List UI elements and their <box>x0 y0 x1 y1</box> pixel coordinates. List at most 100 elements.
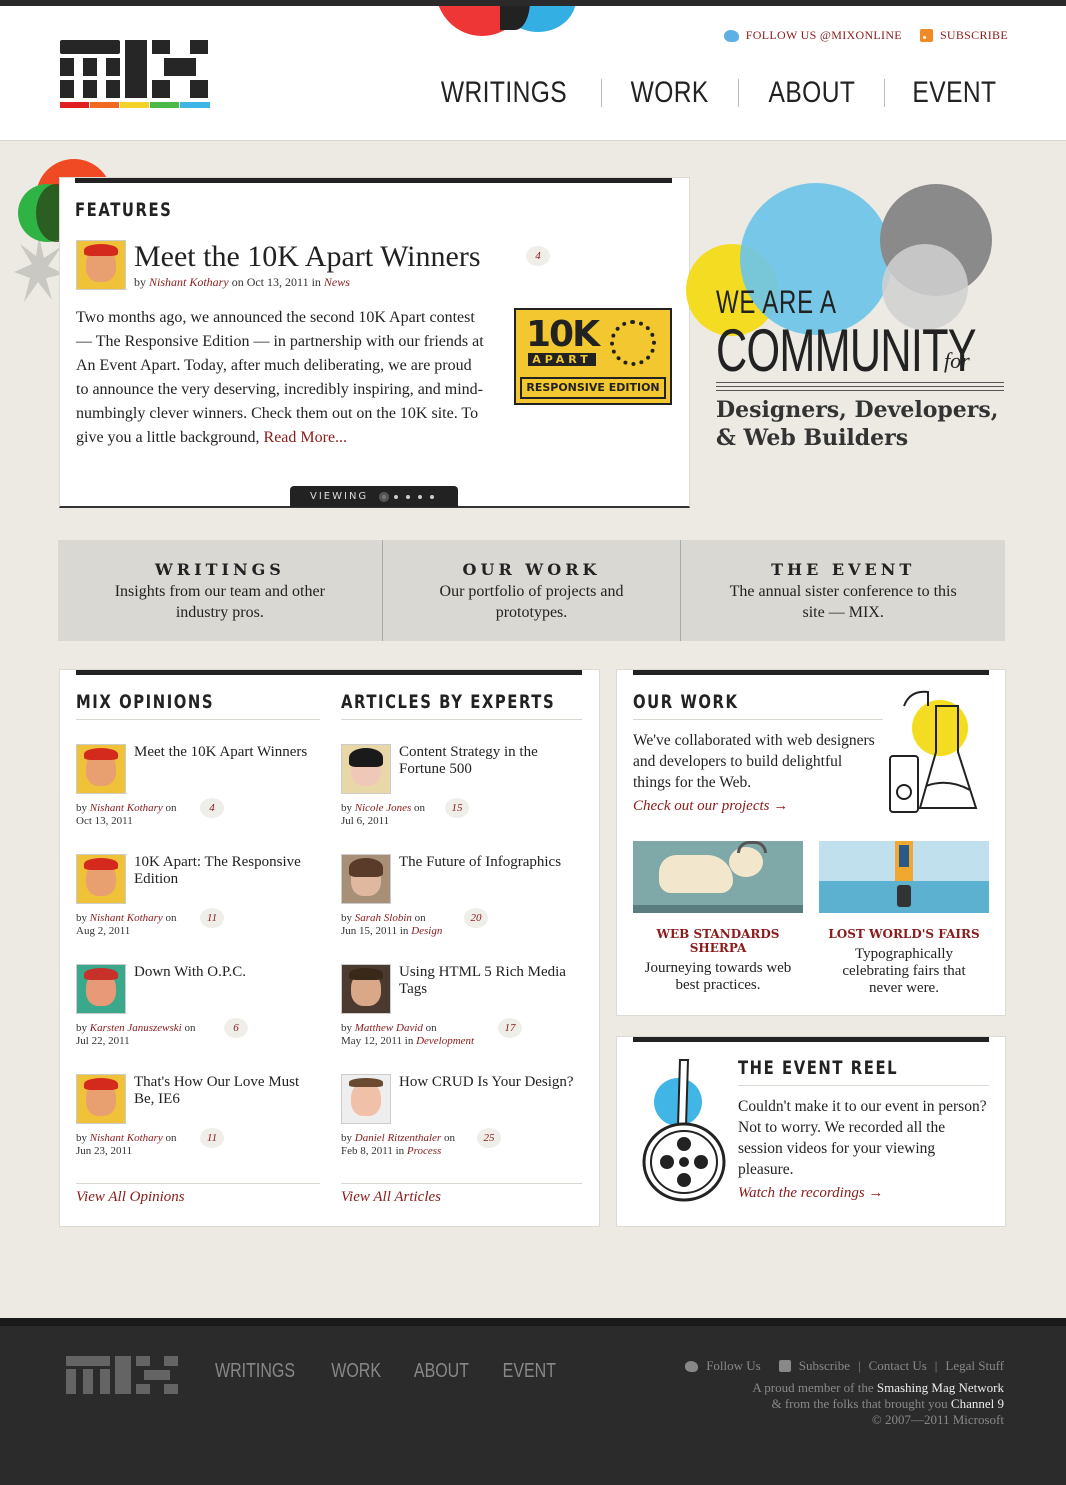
article-title[interactable]: Content Strategy in the Fortune 500 <box>399 744 584 778</box>
avatar <box>76 744 126 794</box>
footer-nav-writings[interactable]: WRITINGS <box>215 1360 295 1383</box>
writings-topline <box>76 670 582 675</box>
footer-nav-event[interactable]: EVENT <box>503 1360 556 1383</box>
avatar <box>76 1074 126 1124</box>
our-work-heading: OUR WORK <box>633 691 739 713</box>
band-writings[interactable]: WRITINGS Insights from our team and othe… <box>58 540 383 641</box>
community-tagline: WE ARE A COMMUNITY for Designers, Develo… <box>716 284 1066 451</box>
follow-link[interactable]: FOLLOW US @MIXONLINE <box>723 28 902 43</box>
our-work-topline <box>633 670 989 675</box>
event-reel-topline <box>633 1037 989 1042</box>
article-byline: by Matthew David on May 12, 2011 in Devel… <box>341 1022 475 1047</box>
pager-dot[interactable] <box>418 494 423 499</box>
event-reel-heading: THE EVENT REEL <box>738 1057 899 1079</box>
deco-starburst-icon <box>14 236 64 302</box>
fair-illustration-icon <box>819 841 989 913</box>
comment-count-bubble[interactable]: 15 <box>445 798 469 818</box>
view-all-articles-link[interactable]: View All Articles <box>341 1189 441 1206</box>
footer-logo[interactable] <box>66 1356 178 1394</box>
10k-apart-badge[interactable]: 10K APART RESPONSIVE EDITION <box>514 308 672 405</box>
avatar <box>76 240 126 290</box>
opinion-byline: by Karsten Januszewski on Jul 22, 2011 <box>76 1022 196 1047</box>
pager-dot[interactable] <box>382 494 387 499</box>
avatar <box>341 1074 391 1124</box>
comment-count-bubble[interactable]: 20 <box>464 908 488 928</box>
smashing-link[interactable]: Smashing Mag Network <box>877 1380 1004 1395</box>
project-card[interactable]: LOST WORLD'S FAIRS Typographically celeb… <box>819 841 989 999</box>
opinions-heading: MIX OPINIONS <box>76 691 215 713</box>
author-link[interactable]: Nishant Kothary <box>149 275 229 289</box>
nav-event[interactable]: EVENT <box>896 76 997 110</box>
features-topline <box>75 178 672 183</box>
feature-carousel-pager: VIEWING <box>290 486 458 507</box>
opinion-title[interactable]: Down With O.P.C. <box>134 964 319 981</box>
subscribe-link[interactable]: SUBSCRIBE <box>919 28 1008 43</box>
comment-count-bubble[interactable]: 11 <box>200 908 224 928</box>
band-our-work[interactable]: OUR WORK Our portfolio of projects and p… <box>383 540 682 641</box>
footer-legal-link[interactable]: Legal Stuff <box>945 1358 1004 1374</box>
nav-about[interactable]: ABOUT <box>752 76 872 110</box>
pager-dot[interactable] <box>406 494 411 499</box>
comment-count-bubble[interactable]: 17 <box>498 1018 522 1038</box>
pager-dot[interactable] <box>394 494 399 499</box>
avatar <box>341 964 391 1014</box>
feature-excerpt: Two months ago, we announced the second … <box>76 309 484 446</box>
event-reel-desc: Couldn't make it to our event in person?… <box>738 1098 987 1178</box>
twitter-bird-icon <box>723 29 739 42</box>
opinion-title[interactable]: 10K Apart: The Responsive Edition <box>134 854 319 888</box>
footer-nav-work[interactable]: WORK <box>331 1360 381 1383</box>
our-work-link[interactable]: Check out our projects → <box>633 798 788 815</box>
opinion-title[interactable]: That's How Our Love Must Be, IE6 <box>134 1074 319 1108</box>
laurel-icon <box>610 320 656 366</box>
divider <box>76 1183 320 1184</box>
band-event[interactable]: THE EVENT The annual sister conference t… <box>681 540 1005 641</box>
footer-band <box>0 1318 1066 1326</box>
footer-nav-about[interactable]: ABOUT <box>414 1360 469 1383</box>
main-nav: WRITINGS WORK ABOUT EVENT <box>407 76 1008 110</box>
twitter-bird-icon <box>685 1360 699 1372</box>
nav-work[interactable]: WORK <box>614 76 725 110</box>
feature-title[interactable]: Meet the 10K Apart Winners <box>134 240 481 274</box>
our-work-desc: We've collaborated with web designers an… <box>633 732 875 791</box>
article-title[interactable]: Using HTML 5 Rich Media Tags <box>399 964 584 998</box>
category-link[interactable]: News <box>324 275 350 289</box>
site-header: FOLLOW US @MIXONLINE SUBSCRIBE WRITINGS … <box>0 6 1066 141</box>
lab-flask-icon <box>889 690 978 813</box>
channel9-link[interactable]: Channel 9 <box>951 1396 1004 1411</box>
divider <box>76 719 320 720</box>
mix-logo[interactable] <box>60 40 210 110</box>
articles-heading: ARTICLES BY EXPERTS <box>341 691 556 713</box>
nav-divider <box>884 79 886 107</box>
nav-divider <box>737 79 739 107</box>
article-title[interactable]: How CRUD Is Your Design? <box>399 1074 584 1091</box>
divider <box>341 719 582 720</box>
community-rule <box>716 382 1004 394</box>
view-all-opinions-link[interactable]: View All Opinions <box>76 1189 185 1206</box>
comment-count-bubble[interactable]: 4 <box>200 798 224 818</box>
footer-contact-link[interactable]: Contact Us <box>869 1358 927 1374</box>
avatar <box>76 854 126 904</box>
pager-dot[interactable] <box>430 494 435 499</box>
divider <box>633 719 883 720</box>
footer-info: Follow Us Subscribe | Contact Us | Legal… <box>685 1358 1004 1428</box>
comment-count-bubble[interactable]: 11 <box>200 1128 224 1148</box>
film-reel-icon <box>642 1059 726 1202</box>
nav-writings[interactable]: WRITINGS <box>425 76 584 110</box>
opinion-title[interactable]: Meet the 10K Apart Winners <box>134 744 319 761</box>
features-heading: FEATURES <box>75 199 173 221</box>
comment-count-bubble[interactable]: 4 <box>526 246 550 266</box>
avatar <box>76 964 126 1014</box>
rss-icon <box>919 29 933 42</box>
feature-byline: by Nishant Kothary on Oct 13, 2011 in Ne… <box>134 275 350 289</box>
divider <box>341 1183 582 1184</box>
rss-icon <box>778 1360 791 1372</box>
article-title[interactable]: The Future of Infographics <box>399 854 584 871</box>
comment-count-bubble[interactable]: 6 <box>224 1018 248 1038</box>
watch-recordings-link[interactable]: Watch the recordings → <box>738 1185 883 1202</box>
avatar <box>341 854 391 904</box>
comment-count-bubble[interactable]: 25 <box>477 1128 501 1148</box>
footer-follow-link[interactable]: Follow Us <box>706 1358 761 1374</box>
footer-subscribe-link[interactable]: Subscribe <box>799 1358 850 1374</box>
project-card[interactable]: WEB STANDARDS SHERPA Journeying towards … <box>633 841 803 999</box>
read-more-link[interactable]: Read More... <box>264 429 348 446</box>
